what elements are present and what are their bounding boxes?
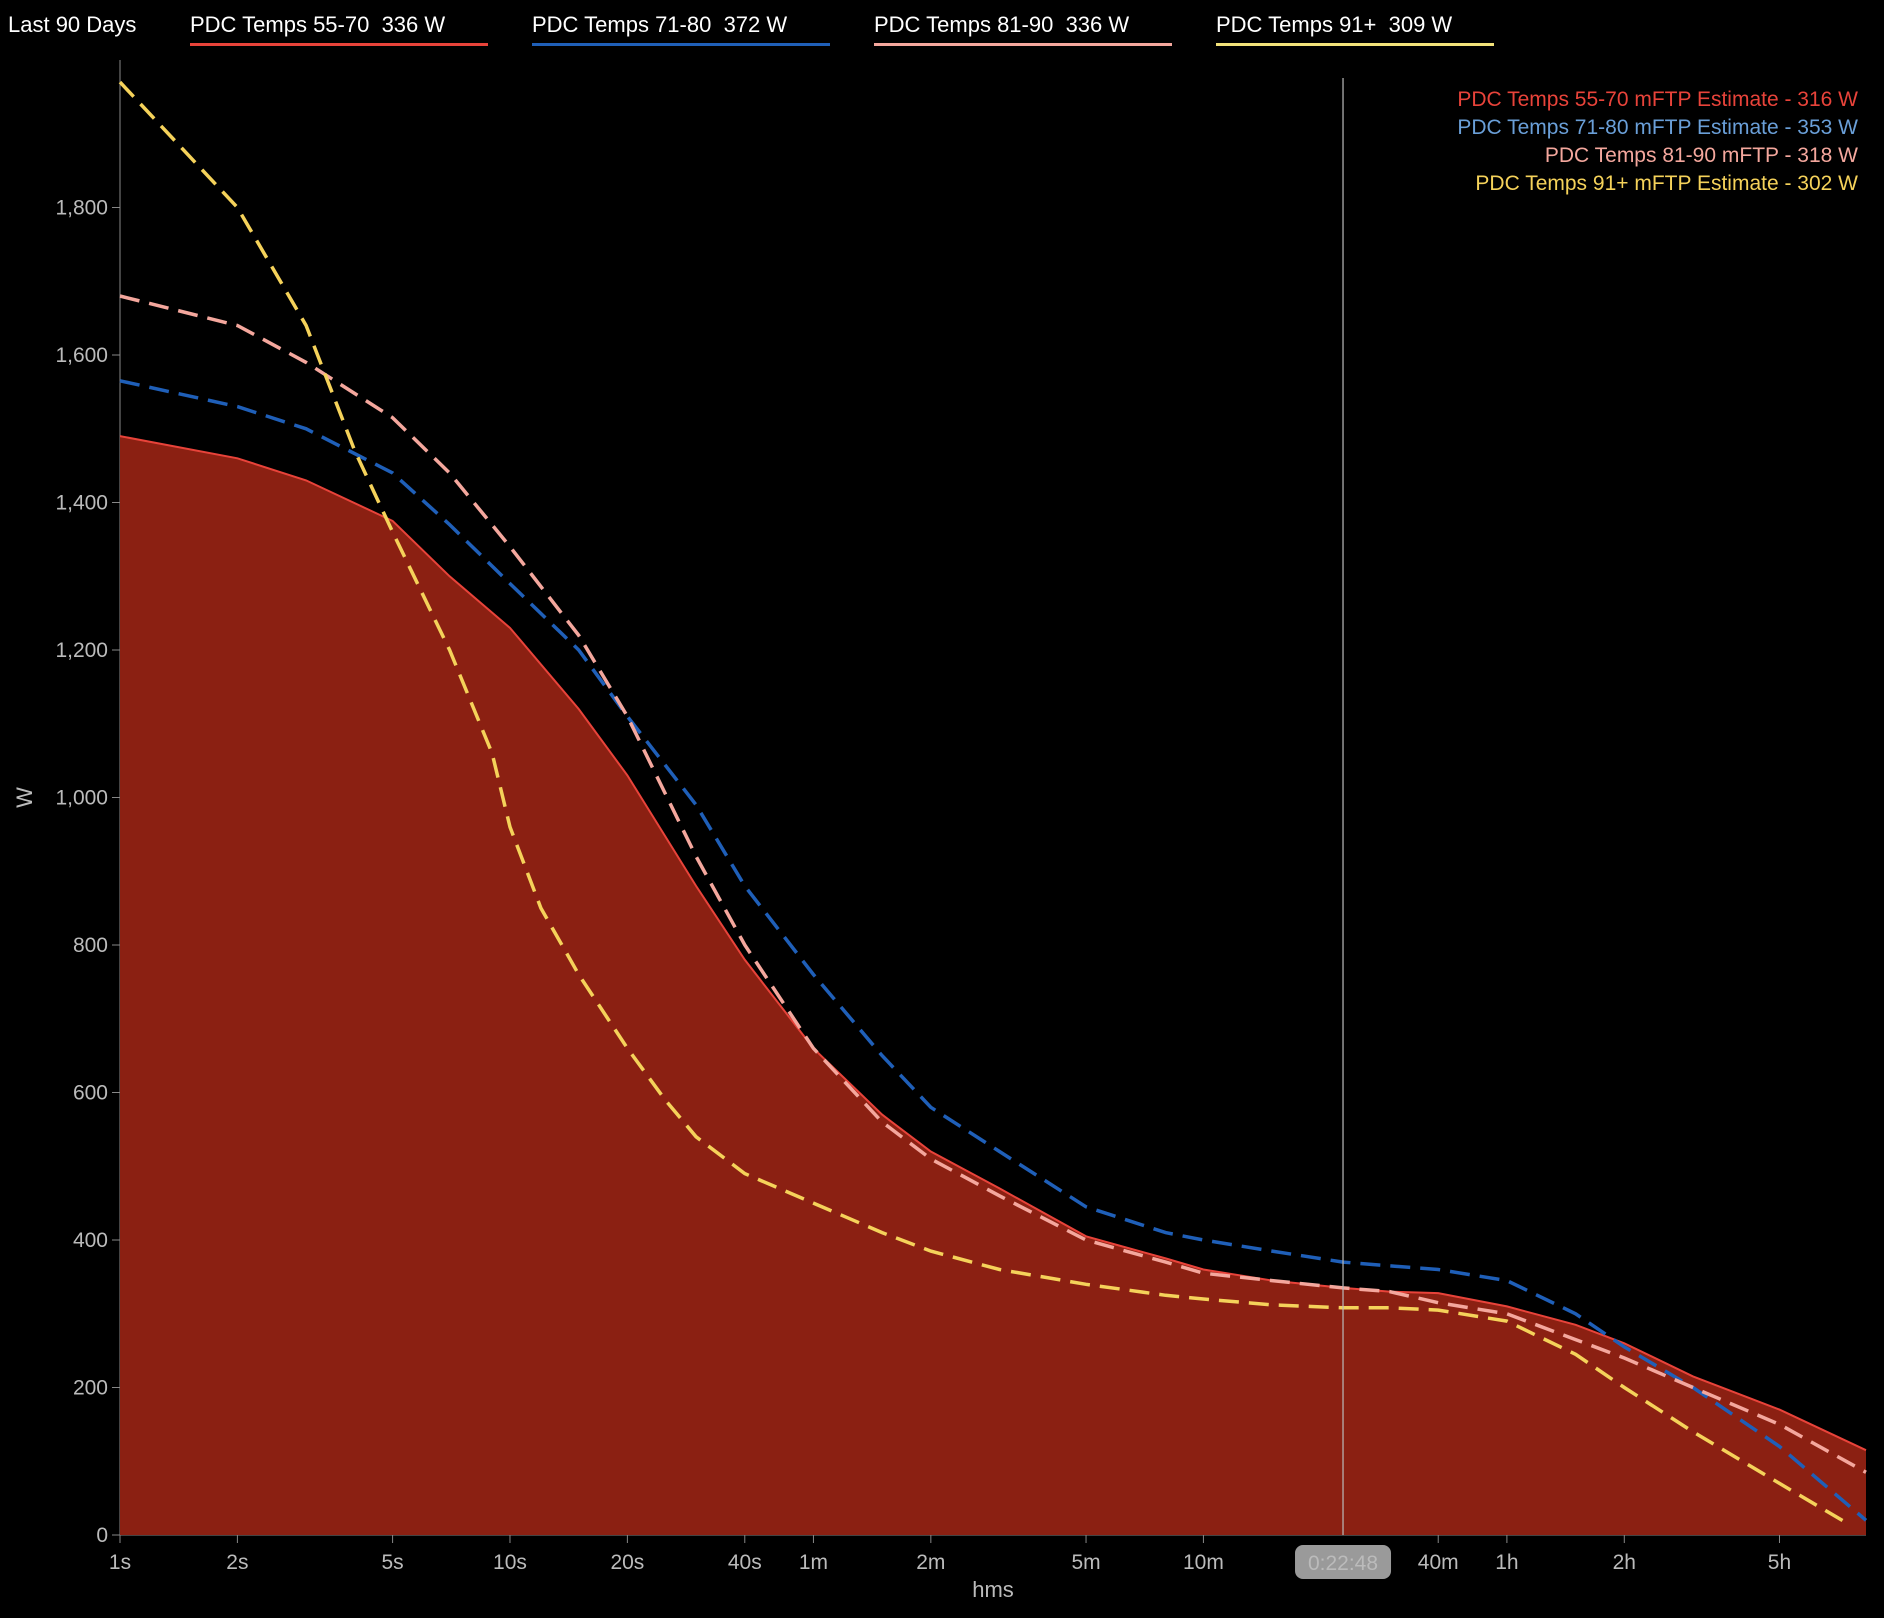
x-tick-label: 2h bbox=[1613, 1551, 1636, 1574]
y-tick-label: 1,400 bbox=[55, 492, 108, 515]
x-tick-label: 5h bbox=[1768, 1551, 1791, 1574]
y-tick-label: 600 bbox=[73, 1082, 108, 1105]
x-axis-title: hms bbox=[972, 1577, 1014, 1602]
mftp-estimate-label: PDC Temps 55-70 mFTP Estimate - 316 W bbox=[1457, 88, 1858, 111]
y-tick-label: 400 bbox=[73, 1229, 108, 1252]
x-tick-label: 5s bbox=[381, 1551, 403, 1574]
x-tick-label: 1m bbox=[799, 1551, 828, 1574]
y-tick-label: 200 bbox=[73, 1377, 108, 1400]
y-tick-label: 800 bbox=[73, 934, 108, 957]
x-tick-label: 40s bbox=[728, 1551, 762, 1574]
mftp-estimate-label: PDC Temps 71-80 mFTP Estimate - 353 W bbox=[1457, 116, 1858, 139]
y-tick-label: 0 bbox=[96, 1524, 108, 1547]
x-tick-label: 10m bbox=[1183, 1551, 1224, 1574]
mftp-estimate-label: PDC Temps 81-90 mFTP - 318 W bbox=[1545, 144, 1858, 167]
y-axis-title: W bbox=[12, 787, 37, 808]
mftp-estimate-label: PDC Temps 91+ mFTP Estimate - 302 W bbox=[1475, 172, 1858, 195]
y-tick-label: 1,000 bbox=[55, 787, 108, 810]
cursor-label: 0:22:48 bbox=[1308, 1552, 1378, 1575]
x-tick-label: 2m bbox=[916, 1551, 945, 1574]
series-area-55-70 bbox=[120, 436, 1866, 1536]
power-duration-chart[interactable]: 0 200 400 600 800 1,000 1,200 1,400 1,600 1,800 1s… bbox=[0, 0, 1884, 1618]
y-tick-label: 1,800 bbox=[55, 197, 108, 220]
x-tick-label: 5m bbox=[1071, 1551, 1100, 1574]
x-tick-label: 40m bbox=[1418, 1551, 1459, 1574]
x-tick-label: 2s bbox=[226, 1551, 248, 1574]
x-tick-label: 10s bbox=[493, 1551, 527, 1574]
x-tick-label: 1h bbox=[1495, 1551, 1518, 1574]
y-tick-label: 1,200 bbox=[55, 639, 108, 662]
x-tick-label: 20s bbox=[610, 1551, 644, 1574]
x-tick-label: 1s bbox=[109, 1551, 131, 1574]
y-tick-label: 1,600 bbox=[55, 344, 108, 367]
